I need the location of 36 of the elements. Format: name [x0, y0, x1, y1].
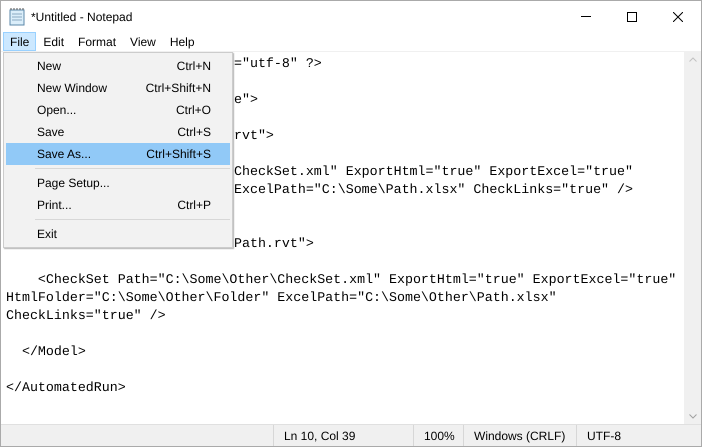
menu-item[interactable]: Print... Ctrl+P	[6, 194, 230, 216]
menu-item[interactable]: New Ctrl+N	[6, 55, 230, 77]
menu-item[interactable]: Open... Ctrl+O	[6, 99, 230, 121]
code-line: ="utf-8" ?>	[234, 56, 322, 71]
menu-bar-item[interactable]: Edit	[36, 32, 72, 51]
status-text: UTF-8	[587, 428, 621, 444]
window-title: *Untitled - Notepad	[31, 8, 132, 26]
code-line: CheckLinks="true" />	[6, 308, 166, 323]
vertical-scrollbar[interactable]	[684, 52, 701, 424]
menu-bar-item[interactable]: View	[123, 32, 163, 51]
code-line: rvt">	[234, 128, 274, 143]
code-line: e">	[234, 92, 258, 107]
code-line: </Model>	[20, 344, 86, 359]
notepad-icon	[9, 8, 25, 26]
code-line: </AutomatedRun>	[6, 380, 126, 395]
menu-item[interactable]: Page Setup...	[6, 172, 230, 194]
status-text: Ln 10, Col 39	[284, 428, 356, 444]
menu-bar-item[interactable]: Help	[162, 32, 202, 51]
menu-item[interactable]: New Window Ctrl+Shift+N	[6, 77, 230, 99]
menu-bar-item[interactable]: Format	[71, 32, 124, 51]
code-line: <CheckSet Path="C:\Some\Other\CheckSet.xml" ExportHtml="true" ExportExcel="true"	[36, 272, 676, 287]
status-text: Windows (CRLF)	[474, 428, 566, 444]
close-icon	[673, 12, 683, 22]
menu-bar-item[interactable]: File	[3, 32, 36, 51]
minimize-icon	[581, 16, 591, 17]
status-text: 100%	[424, 428, 455, 444]
code-line: CheckSet.xml" ExportHtml="true" ExportExcel="true"	[234, 164, 633, 179]
code-line: HtmlFolder="C:\Some\Other\Folder" ExcelPath="C:\Some\Other\Path.xlsx"	[6, 290, 557, 305]
menu-item[interactable]: Save As... Ctrl+Shift+S	[6, 143, 230, 165]
code-line: ExcelPath="C:\Some\Path.xlsx" CheckLinks="true" />	[234, 182, 633, 197]
maximize-icon	[627, 12, 637, 22]
menu-item[interactable]: Save Ctrl+S	[6, 121, 230, 143]
menu-item[interactable]: Exit	[6, 223, 230, 245]
scroll-up-icon	[688, 57, 696, 62]
scroll-down-icon	[688, 414, 696, 419]
code-line: Path.rvt">	[234, 236, 314, 251]
